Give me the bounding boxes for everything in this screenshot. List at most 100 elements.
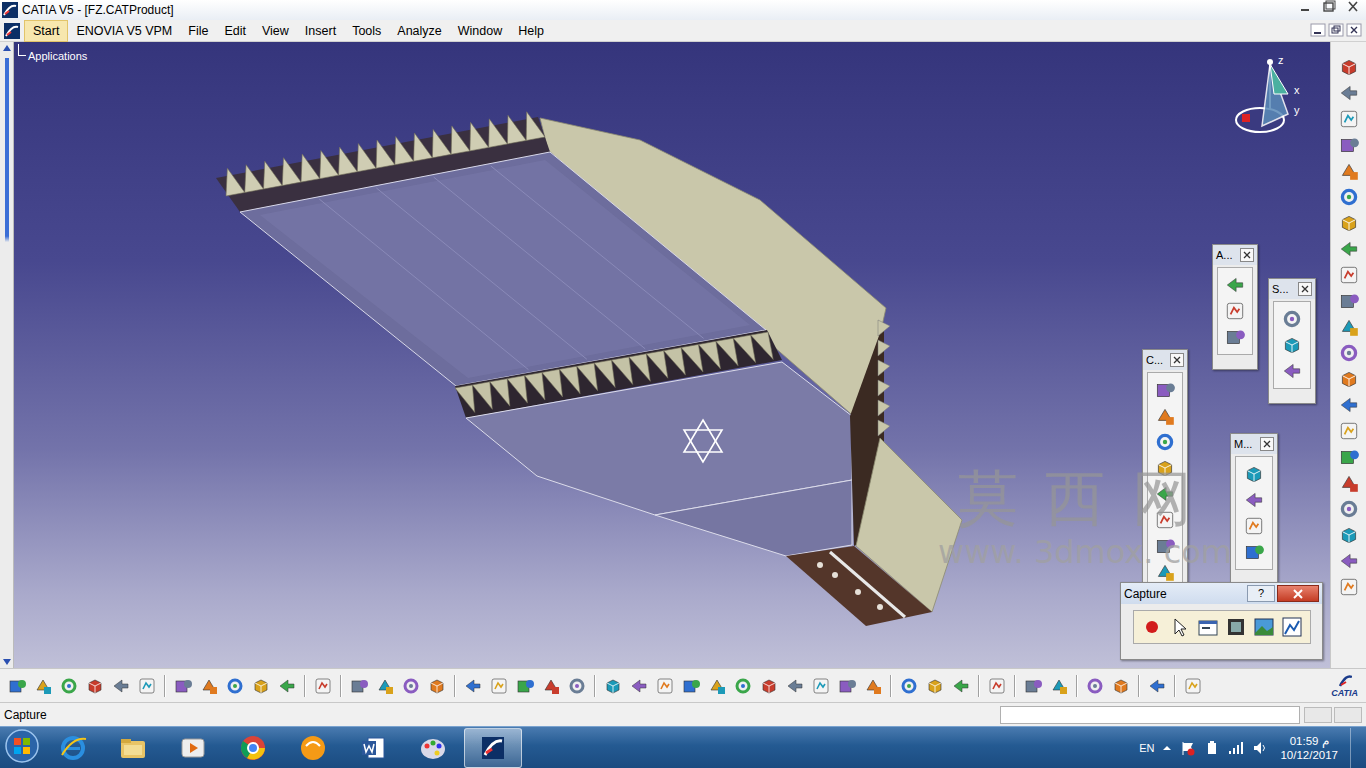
tool-icon[interactable]: [33, 676, 53, 696]
tool-icon[interactable]: [1111, 676, 1131, 696]
tool-icon[interactable]: [427, 676, 447, 696]
tool-icon[interactable]: [1183, 676, 1203, 696]
album-icon[interactable]: [1280, 615, 1304, 639]
tool-icon[interactable]: [1049, 676, 1069, 696]
close-button[interactable]: [1260, 437, 1274, 451]
taskbar-app[interactable]: [164, 728, 222, 768]
doc-minimize-icon[interactable]: [1310, 23, 1326, 39]
tool-icon[interactable]: [277, 676, 297, 696]
menu-item[interactable]: Start: [24, 20, 68, 42]
taskbar-app[interactable]: [104, 728, 162, 768]
tool-icon[interactable]: [111, 676, 131, 696]
doc-close-icon[interactable]: [1346, 23, 1362, 39]
tool-icon[interactable]: [1338, 576, 1360, 598]
tool-icon[interactable]: [1224, 326, 1246, 348]
tool-icon[interactable]: [1154, 509, 1176, 531]
tool-icon[interactable]: [1338, 186, 1360, 208]
tool-icon[interactable]: [1338, 160, 1360, 182]
image-icon[interactable]: [1252, 615, 1276, 639]
tool-icon[interactable]: [251, 676, 271, 696]
tool-icon[interactable]: [733, 676, 753, 696]
tree-root[interactable]: Applications: [28, 50, 87, 62]
tool-icon[interactable]: [1243, 489, 1265, 511]
document-icon[interactable]: [4, 23, 20, 39]
tool-icon[interactable]: [85, 676, 105, 696]
tool-icon[interactable]: [1338, 264, 1360, 286]
options-icon[interactable]: [1196, 615, 1220, 639]
tool-icon[interactable]: [1154, 405, 1176, 427]
tool-icon[interactable]: [515, 676, 535, 696]
tool-icon[interactable]: [1243, 463, 1265, 485]
tool-icon[interactable]: [1338, 446, 1360, 468]
tool-icon[interactable]: [1338, 134, 1360, 156]
close-button[interactable]: [1170, 353, 1184, 367]
tool-icon[interactable]: [863, 676, 883, 696]
tool-icon[interactable]: [7, 676, 27, 696]
taskbar-app[interactable]: [44, 728, 102, 768]
status-button[interactable]: [1334, 707, 1362, 723]
tool-icon[interactable]: [59, 676, 79, 696]
tool-icon[interactable]: [1338, 238, 1360, 260]
tool-icon[interactable]: [837, 676, 857, 696]
tool-icon[interactable]: [463, 676, 483, 696]
tool-icon[interactable]: [489, 676, 509, 696]
tool-icon[interactable]: [1338, 550, 1360, 572]
clock[interactable]: 01:59 م10/12/2017: [1276, 734, 1342, 762]
tool-icon[interactable]: [1338, 290, 1360, 312]
tool-icon[interactable]: [1023, 676, 1043, 696]
menu-item[interactable]: Edit: [216, 21, 254, 41]
tool-icon[interactable]: [1338, 82, 1360, 104]
tool-icon[interactable]: [1338, 56, 1360, 78]
tool-icon[interactable]: [811, 676, 831, 696]
tool-icon[interactable]: [655, 676, 675, 696]
tool-icon[interactable]: [1224, 300, 1246, 322]
tool-icon[interactable]: [629, 676, 649, 696]
maximize-icon[interactable]: [1318, 0, 1340, 21]
tool-icon[interactable]: [1338, 368, 1360, 390]
taskbar-app[interactable]: [284, 728, 342, 768]
tool-icon[interactable]: [567, 676, 587, 696]
tool-icon[interactable]: [1338, 524, 1360, 546]
tool-icon[interactable]: [199, 676, 219, 696]
help-button[interactable]: ?: [1247, 585, 1275, 602]
tool-icon[interactable]: [1154, 535, 1176, 557]
tool-icon[interactable]: [1338, 420, 1360, 442]
tool-icon[interactable]: [137, 676, 157, 696]
tool-icon[interactable]: [349, 676, 369, 696]
network-icon[interactable]: [1228, 740, 1244, 756]
tool-icon[interactable]: [1338, 342, 1360, 364]
scrollbar[interactable]: [0, 42, 14, 668]
tool-icon[interactable]: [707, 676, 727, 696]
menu-item[interactable]: Window: [450, 21, 510, 41]
taskbar-app[interactable]: [224, 728, 282, 768]
tool-icon[interactable]: [603, 676, 623, 696]
language-indicator[interactable]: EN: [1139, 742, 1154, 754]
start-orb-icon[interactable]: [0, 726, 44, 768]
flag-icon[interactable]: [1180, 740, 1196, 756]
tool-icon[interactable]: [681, 676, 701, 696]
tool-icon[interactable]: [951, 676, 971, 696]
menu-item[interactable]: ENOVIA V5 VPM: [68, 21, 180, 41]
menu-item[interactable]: View: [254, 21, 297, 41]
tool-icon[interactable]: [759, 676, 779, 696]
3d-viewport[interactable]: Applicationszxy: [14, 42, 1330, 668]
tool-icon[interactable]: [925, 676, 945, 696]
tool-icon[interactable]: [1154, 379, 1176, 401]
select-icon[interactable]: [1168, 615, 1192, 639]
volume-icon[interactable]: [1252, 740, 1268, 756]
tool-icon[interactable]: [1243, 515, 1265, 537]
tool-icon[interactable]: [1085, 676, 1105, 696]
tool-icon[interactable]: [987, 676, 1007, 696]
close-button[interactable]: [1240, 248, 1254, 262]
tool-icon[interactable]: [1338, 472, 1360, 494]
taskbar-app[interactable]: [404, 728, 462, 768]
capture-mode-icon[interactable]: [1224, 615, 1248, 639]
tool-icon[interactable]: [1281, 334, 1303, 356]
menu-item[interactable]: File: [180, 21, 216, 41]
record-icon[interactable]: [1140, 615, 1164, 639]
tool-icon[interactable]: [1154, 483, 1176, 505]
show-desktop[interactable]: [1350, 728, 1362, 768]
tool-icon[interactable]: [173, 676, 193, 696]
scroll-up-icon[interactable]: [1, 42, 13, 54]
menu-item[interactable]: Analyze: [389, 21, 449, 41]
